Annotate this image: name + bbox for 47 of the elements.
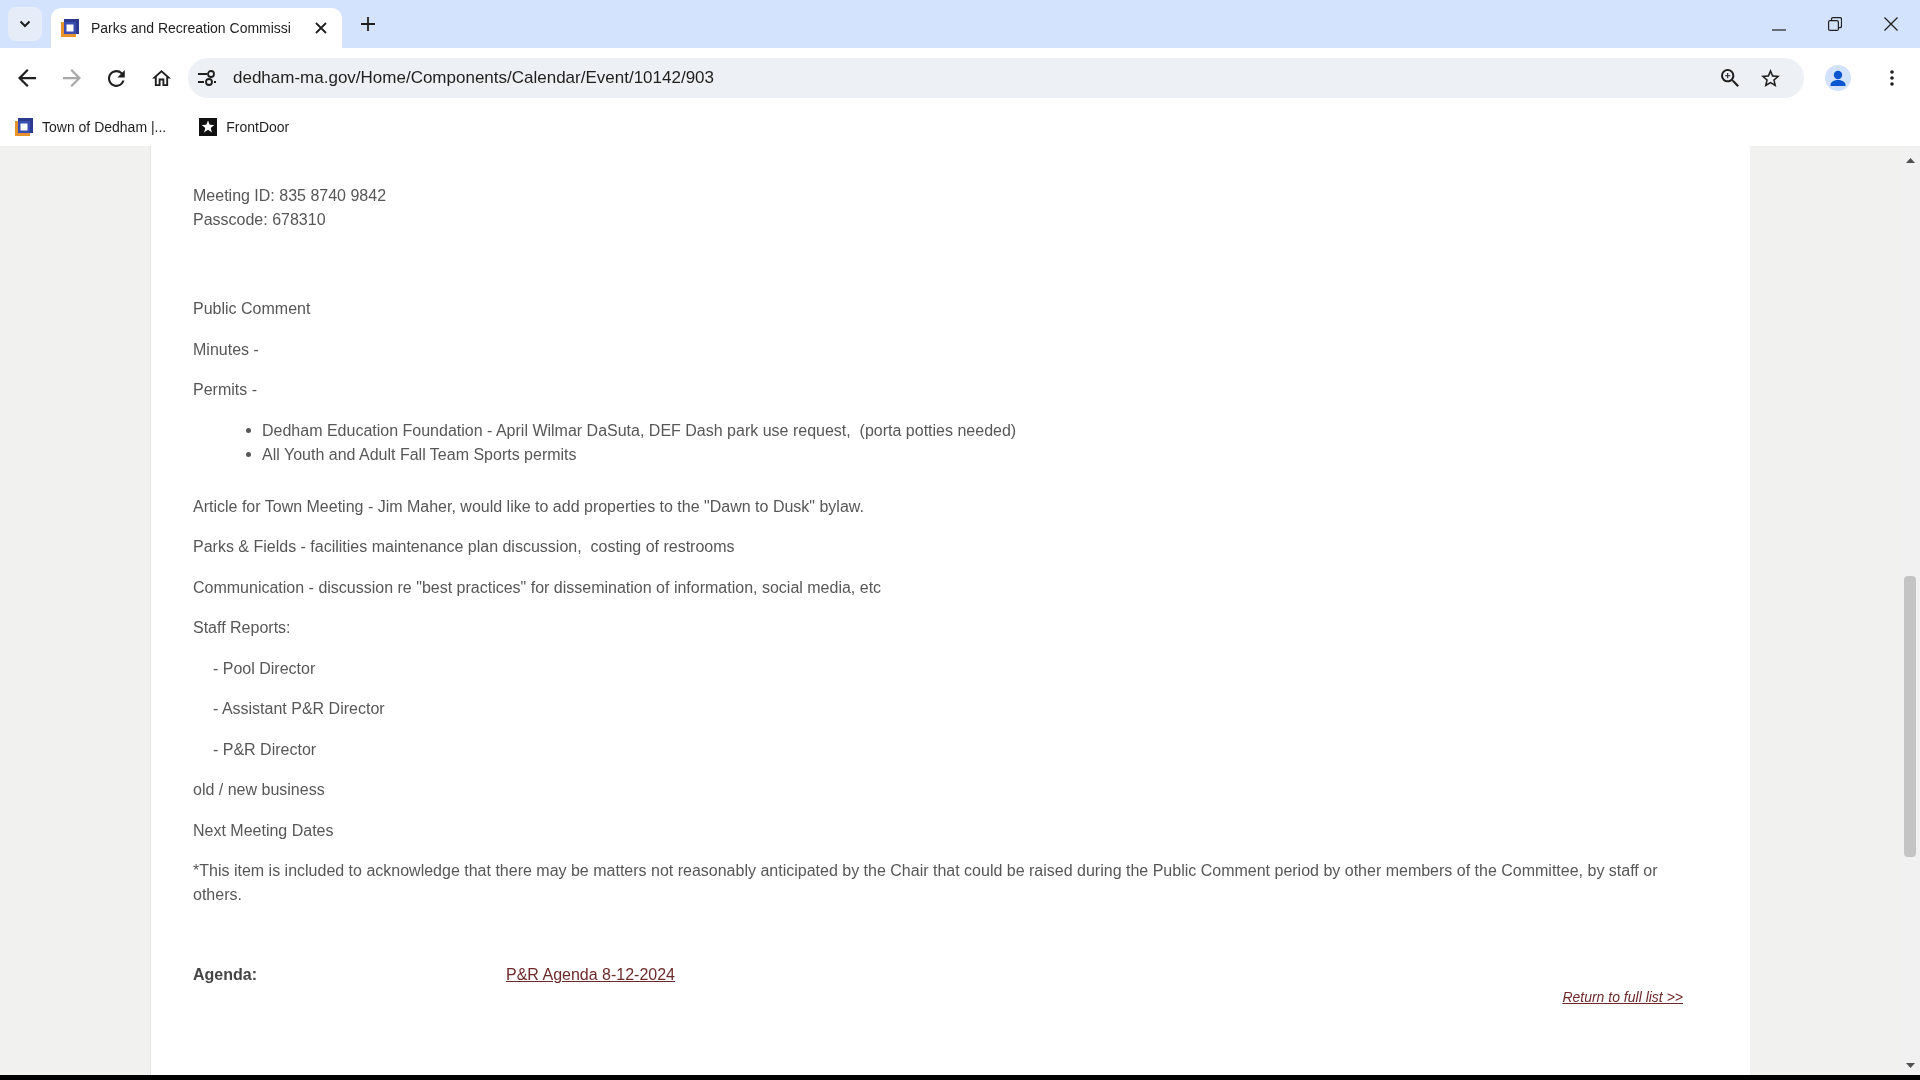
close-icon[interactable] bbox=[1884, 17, 1898, 31]
meeting-info-text: Passcode: 678310 bbox=[193, 210, 327, 230]
list-item-text: Dedham Education Foundation - April Wilmar DaSuta, DEF Dash park use request, (porta potties needed) bbox=[262, 420, 1017, 441]
plus-icon[interactable] bbox=[361, 17, 375, 31]
scroll-down-icon[interactable] bbox=[1905, 1063, 1915, 1068]
address-bar[interactable]: dedham-ma.gov/Home/Components/Calendar/Event/10142/903 bbox=[188, 58, 1804, 98]
meeting-info-text: Meeting ID: 835 8740 9842 bbox=[193, 186, 388, 206]
bullet-icon bbox=[246, 428, 251, 433]
scroll-up-icon[interactable] bbox=[1905, 158, 1915, 163]
logo-icon bbox=[61, 19, 79, 37]
avatar-icon[interactable] bbox=[1825, 65, 1851, 91]
agenda-item-text: Staff Reports: bbox=[193, 618, 292, 638]
return-link[interactable]: Return to full list >> bbox=[1562, 985, 1683, 1009]
tune-icon[interactable] bbox=[198, 70, 216, 86]
forward-arrow-icon bbox=[63, 69, 81, 87]
star-icon[interactable] bbox=[1761, 69, 1780, 87]
restore-icon[interactable] bbox=[1828, 17, 1842, 31]
agenda-item-text: Minutes - bbox=[193, 339, 260, 360]
home-icon[interactable] bbox=[152, 69, 171, 87]
agenda-item-text: Permits - bbox=[193, 380, 258, 400]
star-icon bbox=[199, 118, 218, 136]
browser-tab[interactable]: Parks and Recreation Commissi bbox=[51, 8, 342, 48]
agenda-link[interactable]: P&R Agenda 8-12-2024 bbox=[506, 963, 675, 987]
agenda-item-text: Parks & Fields - facilities maintenance plan discussion, costing of restrooms bbox=[193, 537, 736, 557]
bookmark-item[interactable]: FrontDoor bbox=[199, 118, 290, 136]
agenda-sub-item-text: - P&R Director bbox=[212, 739, 318, 760]
reload-icon[interactable] bbox=[108, 69, 125, 87]
agenda-item-text: old / new business bbox=[193, 780, 326, 800]
bullet-icon bbox=[246, 452, 251, 457]
back-arrow-icon[interactable] bbox=[18, 69, 36, 87]
bookmark-item[interactable]: Town of Dedham |... bbox=[15, 118, 167, 136]
zoom-in-icon[interactable] bbox=[1721, 69, 1739, 87]
agenda-sub-item-text: - Assistant P&R Director bbox=[212, 699, 386, 719]
agenda-item-text: Next Meeting Dates bbox=[193, 820, 335, 841]
scrollbar-thumb[interactable] bbox=[1904, 576, 1916, 857]
agenda-label: Agenda: bbox=[193, 965, 258, 985]
close-icon[interactable] bbox=[315, 22, 327, 34]
footnote-text: *This item is included to acknowledge that there may be matters not reasonably anticipated by the Chair that could be raised during the Public Comment period by other members of the Committee, by staff or others. bbox=[193, 861, 1659, 905]
agenda-item-text: Public Comment bbox=[193, 299, 312, 319]
menu-icon[interactable] bbox=[1890, 70, 1894, 86]
list-item-text: All Youth and Adult Fall Team Sports permits bbox=[262, 444, 577, 465]
logo-icon bbox=[15, 118, 33, 136]
agenda-sub-item-text: - Pool Director bbox=[212, 658, 317, 679]
agenda-item-text: Communication - discussion re "best practices" for dissemination of information, social media, etc bbox=[193, 577, 883, 598]
chevron-down-icon bbox=[19, 20, 31, 28]
agenda-item-text: Article for Town Meeting - Jim Maher, would like to add properties to the "Dawn to Dusk" bylaw. bbox=[193, 496, 865, 517]
tab-search-button[interactable] bbox=[8, 7, 42, 41]
